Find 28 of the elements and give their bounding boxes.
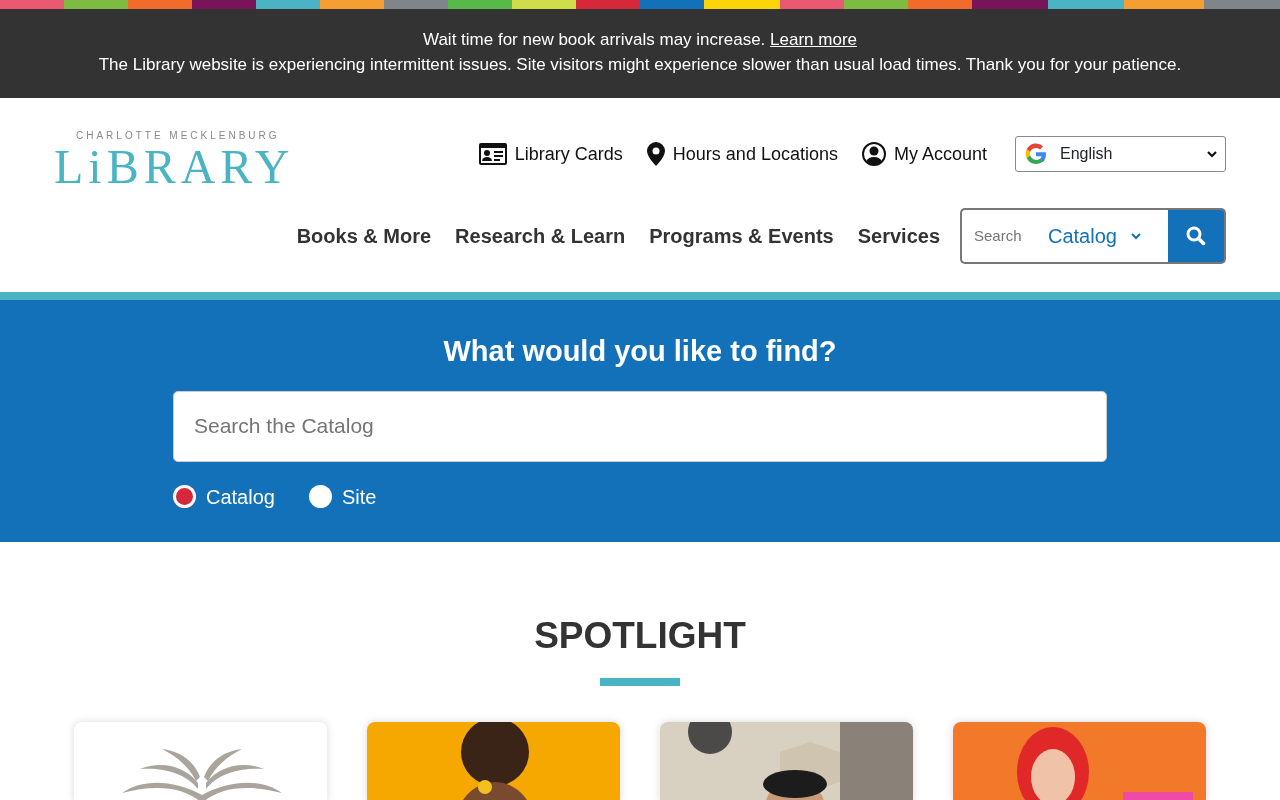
utility-link[interactable]: Hours and Locations: [646, 140, 838, 168]
section-title: SPOTLIGHT: [533, 614, 747, 658]
utility-link[interactable]: Library Cards: [478, 140, 623, 168]
search-button[interactable]: [1168, 208, 1226, 264]
learn-more-link[interactable]: Learn more: [770, 30, 857, 49]
alert-text: Wait time for new book arrivals may increase.: [423, 30, 766, 49]
id-card-icon: [478, 143, 507, 165]
nav-link[interactable]: Books & More: [296, 221, 432, 251]
search-field[interactable]: Search: [960, 208, 1048, 264]
user-icon: [861, 142, 886, 166]
radio-button[interactable]: [173, 485, 196, 509]
hero-title: What would you like to find?: [442, 334, 838, 369]
search-option[interactable]: Site: [308, 481, 377, 512]
search-option[interactable]: Catalog: [173, 481, 275, 512]
chevron-down-icon: [1130, 232, 1141, 240]
utility-link[interactable]: My Account: [861, 140, 987, 168]
nav-link[interactable]: Programs & Events: [649, 221, 834, 251]
chevron-down-icon: [1207, 150, 1217, 158]
catalog-search-field[interactable]: Search the Catalog: [173, 390, 1107, 462]
language-select[interactable]: English: [1015, 136, 1226, 172]
alert-text: The Library website is experiencing intermittent issues. Site visitors might experience slower than usual load times. Thank you for your patience.: [97, 54, 1183, 76]
nav-link[interactable]: Research & Learn: [455, 221, 626, 251]
nav-link[interactable]: Services: [857, 221, 940, 251]
radio-button[interactable]: [308, 485, 332, 509]
logo-tagline: CHARLOTTE MECKLENBURG: [76, 129, 281, 143]
search-icon: [1186, 226, 1206, 246]
map-pin-icon: [646, 142, 665, 166]
google-icon: [1024, 142, 1048, 166]
